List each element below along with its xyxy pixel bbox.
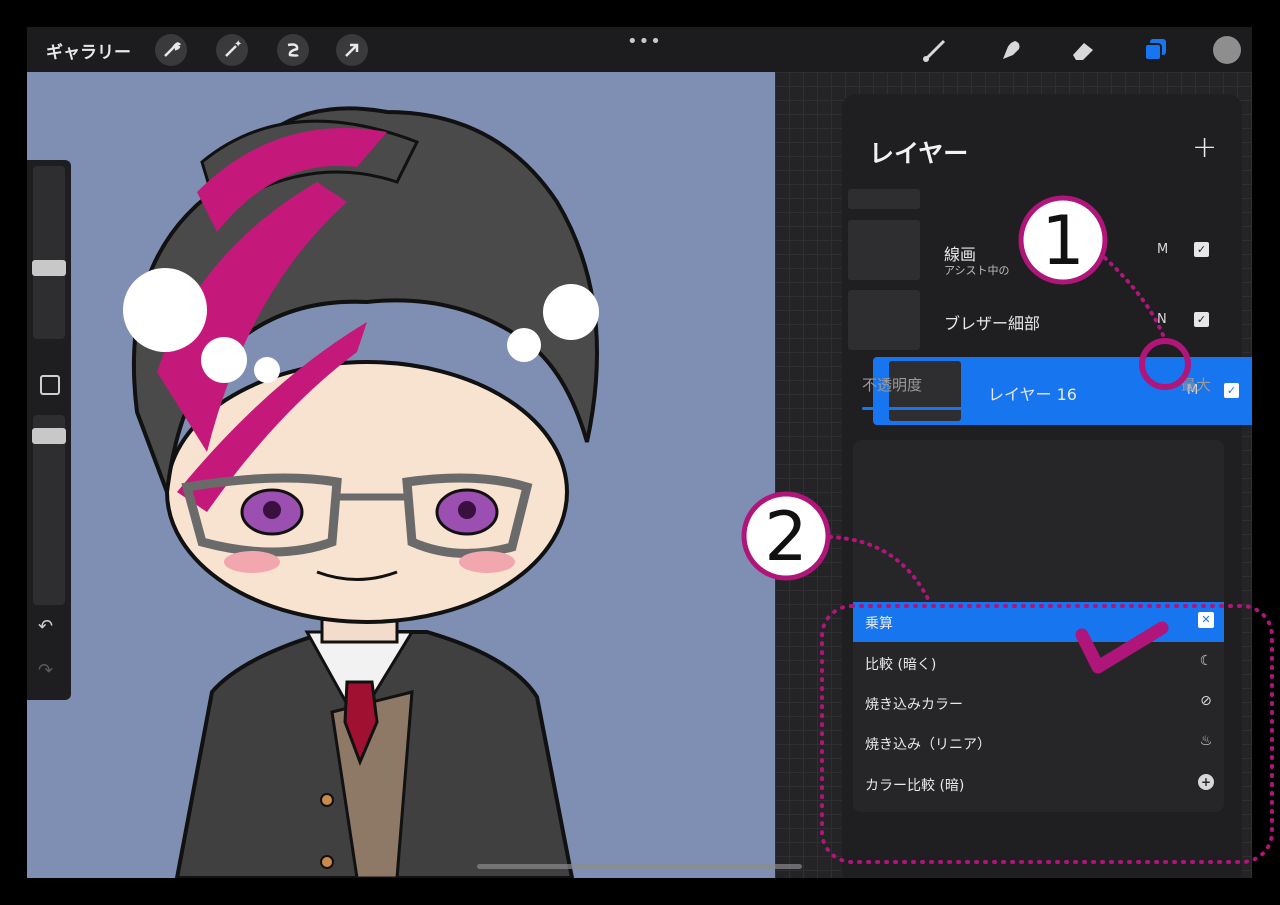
redo-icon[interactable]: ↷	[38, 660, 53, 681]
opacity-label: 不透明度	[862, 376, 923, 394]
opacity-slider-knob[interactable]	[1206, 403, 1216, 413]
wrench-icon[interactable]	[155, 34, 187, 66]
blend-mode-list: 乗算 ✕ 比較 (暗く) ☾ 焼き込みカラー ⊘ 焼き込み（リニア） ♨ カラー…	[853, 440, 1224, 812]
undo-icon[interactable]: ↶	[38, 616, 53, 637]
blend-mode-label: 乗算	[865, 616, 893, 632]
blend-mode-label: カラー比較 (暗)	[865, 778, 965, 794]
blend-mode-option[interactable]: 乗算 ✕	[853, 602, 1224, 642]
character-illustration	[123, 106, 599, 878]
home-indicator	[477, 864, 802, 869]
blend-mode-label: 比較 (暗く)	[865, 657, 937, 673]
opacity-max-label: 最大	[1181, 376, 1212, 394]
gallery-button[interactable]: ギャラリー	[46, 38, 131, 63]
brush-size-thumb[interactable]	[32, 260, 66, 276]
plus-circle-icon: +	[1198, 774, 1214, 790]
blend-mode-option[interactable]: 焼き込み（リニア） ♨	[853, 723, 1224, 763]
app-window: ギャラリー ✦ ••• ↶ ↷ レイヤー + 線画 アシスト中の M ✓ ブレザ…	[27, 27, 1252, 878]
opacity-thumb[interactable]	[32, 428, 66, 444]
blend-mode-option[interactable]: カラー比較 (暗) +	[853, 764, 1224, 804]
burn-icon: ⊘	[1200, 693, 1212, 709]
brush-size-slider[interactable]	[33, 166, 65, 339]
left-sidebar: ↶ ↷	[27, 160, 71, 700]
blend-mode-option[interactable]: 比較 (暗く) ☾	[853, 643, 1224, 683]
flame-icon: ♨	[1199, 733, 1213, 749]
moon-icon: ☾	[1199, 653, 1213, 669]
svg-text:✦: ✦	[234, 39, 242, 50]
multiply-icon: ✕	[1198, 612, 1214, 628]
modify-button[interactable]	[40, 375, 60, 395]
magic-wand-icon[interactable]: ✦	[216, 34, 248, 66]
more-options-button[interactable]: •••	[627, 31, 662, 52]
blend-mode-label: 焼き込みカラー	[865, 697, 963, 713]
drawing-canvas[interactable]	[27, 72, 775, 878]
opacity-slider-track[interactable]	[862, 407, 1212, 410]
transform-arrow-icon[interactable]	[336, 34, 368, 66]
selection-icon[interactable]	[277, 34, 309, 66]
blend-mode-option[interactable]: 焼き込みカラー ⊘	[853, 683, 1224, 723]
blend-mode-label: 焼き込み（リニア）	[865, 737, 991, 753]
